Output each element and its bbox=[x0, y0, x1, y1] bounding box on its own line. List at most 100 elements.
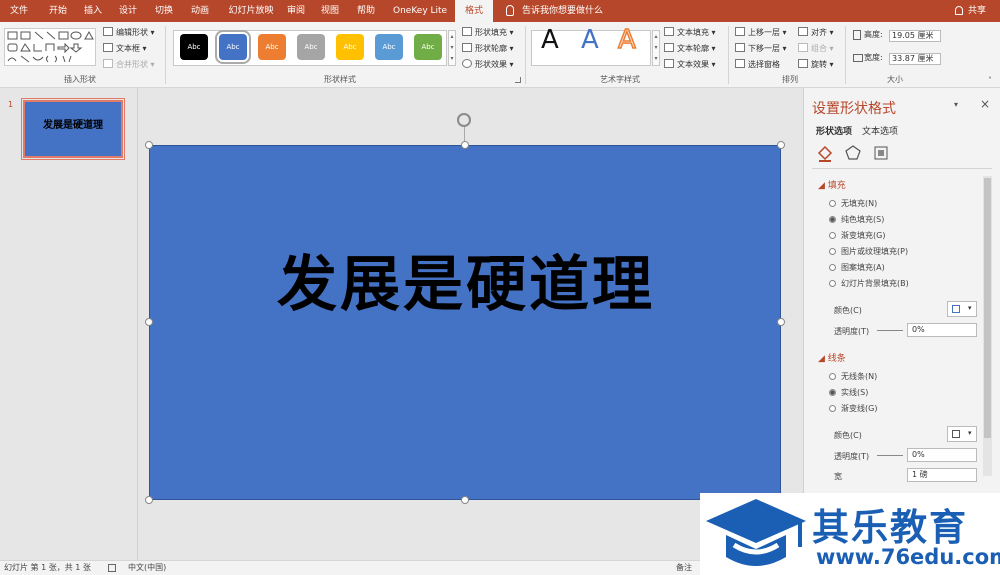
notes-button[interactable]: 备注 bbox=[676, 561, 692, 575]
tab-11[interactable]: 格式 bbox=[455, 0, 493, 22]
bring-forward-label: 上移一层 bbox=[748, 28, 780, 37]
shape-gallery[interactable] bbox=[4, 28, 96, 66]
radio-button-icon[interactable] bbox=[829, 280, 836, 287]
slide-thumbnail[interactable]: 发展是硬道理 bbox=[21, 98, 125, 160]
line-section-header[interactable]: ◢ 线条 bbox=[818, 351, 846, 364]
radio-button-icon[interactable] bbox=[829, 405, 836, 412]
radio-option[interactable]: 实线(S) bbox=[829, 387, 868, 398]
selected-shape[interactable]: 发展是硬道理 bbox=[149, 145, 781, 500]
size-properties-icon[interactable] bbox=[872, 144, 890, 162]
text-fill-button[interactable]: 文本填充 ▾ bbox=[664, 27, 716, 39]
effects-pentagon-icon[interactable] bbox=[844, 144, 862, 162]
shape-effects-button[interactable]: 形状效果 ▾ bbox=[462, 59, 514, 71]
resize-handle-e[interactable] bbox=[777, 318, 785, 326]
group-button[interactable]: 组合 ▾ bbox=[798, 43, 834, 55]
rotate-icon bbox=[798, 59, 808, 68]
radio-button-icon[interactable] bbox=[829, 389, 836, 396]
radio-option[interactable]: 无填充(N) bbox=[829, 198, 877, 209]
tab-6[interactable]: 幻灯片放映 bbox=[226, 0, 276, 22]
shape-style-swatch[interactable]: Abc bbox=[336, 34, 364, 60]
line-transparency-slider[interactable] bbox=[877, 455, 903, 456]
selection-pane-button[interactable]: 选择窗格 bbox=[735, 59, 780, 71]
radio-option[interactable]: 渐变填充(G) bbox=[829, 230, 885, 241]
pane-scrollbar[interactable] bbox=[983, 176, 992, 476]
bring-forward-button[interactable]: 上移一层 ▾ bbox=[735, 27, 787, 39]
rotate-handle[interactable] bbox=[457, 113, 471, 127]
shape-style-swatch[interactable]: Abc bbox=[375, 34, 403, 60]
fill-color-picker[interactable]: ▾ bbox=[947, 301, 977, 317]
radio-button-icon[interactable] bbox=[829, 232, 836, 239]
rotate-button[interactable]: 旋转 ▾ bbox=[798, 59, 834, 71]
dialog-launcher-icon[interactable] bbox=[515, 77, 521, 83]
tab-1[interactable]: 开始 bbox=[48, 0, 68, 22]
shape-style-swatch[interactable]: Abc bbox=[258, 34, 286, 60]
resize-handle-n[interactable] bbox=[461, 141, 469, 149]
shape-fill-button[interactable]: 形状填充 ▾ bbox=[462, 27, 514, 39]
line-transparency-input[interactable]: 0% bbox=[907, 448, 977, 462]
radio-option[interactable]: 渐变线(G) bbox=[829, 403, 877, 414]
fill-line-icon[interactable] bbox=[816, 144, 834, 162]
radio-button-icon[interactable] bbox=[829, 248, 836, 255]
tab-5[interactable]: 动画 bbox=[191, 0, 209, 22]
resize-handle-sw[interactable] bbox=[145, 496, 153, 504]
text-outline-button[interactable]: 文本轮廓 ▾ bbox=[664, 43, 716, 55]
radio-option[interactable]: 无线条(N) bbox=[829, 371, 877, 382]
spellcheck-icon[interactable] bbox=[108, 564, 116, 572]
tab-7[interactable]: 审阅 bbox=[287, 0, 305, 22]
wordart-blue-a[interactable]: A bbox=[581, 26, 599, 54]
tab-text-options[interactable]: 文本选项 bbox=[862, 124, 898, 137]
language[interactable]: 中文(中国) bbox=[128, 561, 166, 575]
radio-option[interactable]: 纯色填充(S) bbox=[829, 214, 884, 225]
tab-3[interactable]: 设计 bbox=[119, 0, 137, 22]
radio-option[interactable]: 图片或纹理填充(P) bbox=[829, 246, 908, 257]
resize-handle-s[interactable] bbox=[461, 496, 469, 504]
tab-8[interactable]: 视图 bbox=[321, 0, 339, 22]
tab-shape-options[interactable]: 形状选项 bbox=[816, 124, 852, 137]
tab-2[interactable]: 插入 bbox=[84, 0, 102, 22]
radio-option[interactable]: 幻灯片背景填充(B) bbox=[829, 278, 909, 289]
text-effects-button[interactable]: 文本效果 ▾ bbox=[664, 59, 716, 71]
radio-button-icon[interactable] bbox=[829, 373, 836, 380]
align-button[interactable]: 对齐 ▾ bbox=[798, 27, 834, 39]
radio-label: 实线(S) bbox=[841, 388, 869, 397]
wordart-gallery-scroll[interactable]: ▴ ▾ ▾ bbox=[652, 30, 660, 66]
resize-handle-nw[interactable] bbox=[145, 141, 153, 149]
close-icon[interactable]: × bbox=[980, 97, 990, 111]
resize-handle-w[interactable] bbox=[145, 318, 153, 326]
pane-options-icon[interactable]: ▾ bbox=[954, 100, 958, 109]
collapse-ribbon-icon[interactable]: ˄ bbox=[988, 76, 992, 85]
radio-option[interactable]: 图案填充(A) bbox=[829, 262, 885, 273]
shape-style-swatch[interactable]: Abc bbox=[297, 34, 325, 60]
line-width-input[interactable]: 1 磅 bbox=[907, 468, 977, 482]
fill-transparency-input[interactable]: 0% bbox=[907, 323, 977, 337]
merge-shapes-icon bbox=[103, 59, 113, 68]
fill-transparency-slider[interactable] bbox=[877, 330, 903, 331]
shape-style-swatch[interactable]: Abc bbox=[180, 34, 208, 60]
radio-button-icon[interactable] bbox=[829, 200, 836, 207]
gallery-scroll[interactable]: ▴ ▾ ▾ bbox=[448, 30, 456, 66]
shape-outline-button[interactable]: 形状轮廓 ▾ bbox=[462, 43, 514, 55]
pane-scrollbar-thumb[interactable] bbox=[984, 178, 991, 438]
shape-style-swatch[interactable]: Abc bbox=[414, 34, 442, 60]
tell-me-search[interactable]: 告诉我你想要做什么 bbox=[522, 0, 612, 22]
resize-handle-ne[interactable] bbox=[777, 141, 785, 149]
wordart-black-a[interactable]: A bbox=[541, 26, 559, 54]
tab-4[interactable]: 切换 bbox=[155, 0, 173, 22]
text-box-button[interactable]: 文本框 ▾ bbox=[103, 43, 147, 55]
radio-button-icon[interactable] bbox=[829, 264, 836, 271]
tab-9[interactable]: 帮助 bbox=[357, 0, 375, 22]
shape-style-swatch[interactable]: Abc bbox=[215, 30, 251, 64]
line-color-picker[interactable]: ▾ bbox=[947, 426, 977, 442]
merge-shapes-button[interactable]: 合并形状 ▾ bbox=[103, 59, 155, 71]
height-input[interactable]: 19.05 厘米 bbox=[889, 30, 941, 42]
width-input[interactable]: 33.87 厘米 bbox=[889, 53, 941, 65]
share-button[interactable]: 共享 bbox=[965, 0, 989, 22]
radio-button-icon[interactable] bbox=[829, 216, 836, 223]
tab-0[interactable]: 文件 bbox=[10, 0, 28, 22]
shape-text[interactable]: 发展是硬道理 bbox=[150, 236, 782, 323]
fill-section-header[interactable]: ◢ 填充 bbox=[818, 178, 846, 191]
edit-shape-button[interactable]: 编辑形状 ▾ bbox=[103, 27, 155, 39]
wordart-orange-a[interactable]: A bbox=[617, 25, 636, 55]
send-backward-button[interactable]: 下移一层 ▾ bbox=[735, 43, 787, 55]
tab-10[interactable]: OneKey Lite bbox=[393, 0, 447, 22]
